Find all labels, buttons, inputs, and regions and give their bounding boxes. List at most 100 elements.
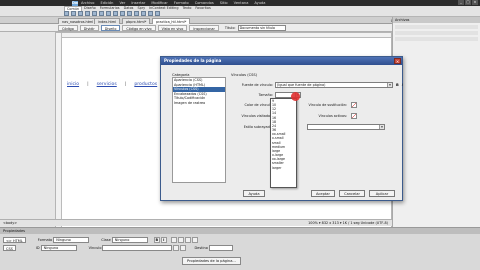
link-input[interactable] xyxy=(102,245,173,251)
vertical-ruler xyxy=(56,33,62,227)
live-code-button[interactable]: Código en vivo xyxy=(122,24,156,31)
category-list: Apariencia (CSS) Apariencia (HTML) Víncu… xyxy=(172,77,226,183)
date-icon[interactable] xyxy=(120,11,125,16)
list-item[interactable] xyxy=(395,25,478,29)
page-properties-button[interactable]: Propiedades de la página... xyxy=(182,257,241,265)
visited-label: Vínculos visitados: xyxy=(241,114,273,118)
split-view-button[interactable]: Dividir xyxy=(79,24,99,31)
insert-tab-favoritos[interactable]: Favoritos xyxy=(193,6,212,11)
link-font-select[interactable]: (Igual que fuente de página) xyxy=(275,82,393,88)
browse-folder-icon[interactable] xyxy=(180,245,187,251)
code-view-button[interactable]: Código xyxy=(58,24,78,31)
link-separator: | xyxy=(124,82,127,87)
tag-selector[interactable]: <body> xyxy=(3,220,17,226)
status-info: 100% ▾ 832 x 313 ▾ 1K / 1 seg Unicode (U… xyxy=(308,221,388,225)
link-label: Vínculo xyxy=(88,246,102,250)
document-title-input[interactable]: Documento sin título xyxy=(237,24,286,31)
format-select[interactable]: Ninguno xyxy=(53,237,90,243)
horizontal-rule-icon[interactable] xyxy=(85,11,90,16)
minimize-button[interactable]: _ xyxy=(458,0,464,5)
target-label: Destino xyxy=(194,246,208,250)
horizontal-ruler xyxy=(62,33,391,38)
script-icon[interactable] xyxy=(141,11,146,16)
inspect-button[interactable]: Inspeccionar xyxy=(189,24,219,31)
size-dropdown-list: 9 10 12 14 16 18 24 36 xx-small x-small … xyxy=(270,98,297,188)
cursor-highlight xyxy=(291,92,300,101)
head-icon[interactable] xyxy=(134,11,139,16)
div-icon[interactable] xyxy=(99,11,104,16)
hyperlink-icon[interactable] xyxy=(64,11,69,16)
insert-tab-texto[interactable]: Texto xyxy=(180,6,193,11)
link-servicios[interactable]: servicios xyxy=(97,82,117,87)
id-select[interactable]: Ninguno xyxy=(40,245,77,251)
image-icon[interactable] xyxy=(106,11,111,16)
target-select[interactable] xyxy=(208,245,233,251)
left-gutter xyxy=(0,32,55,228)
help-button[interactable]: Ayuda xyxy=(243,190,265,197)
link-inicio[interactable]: inicio xyxy=(67,82,79,87)
list-item[interactable] xyxy=(395,37,478,41)
category-item[interactable]: Imagen de rastreo xyxy=(173,101,225,106)
indent-icon[interactable] xyxy=(191,237,198,243)
nav-links: inicio | servicios | productos xyxy=(67,82,165,87)
dialog-title: Propiedades de la página xyxy=(161,57,402,65)
html-mode-button[interactable]: <> HTML xyxy=(3,237,26,243)
close-icon[interactable]: × xyxy=(394,58,401,64)
link-separator: | xyxy=(87,82,89,87)
class-select[interactable]: Ninguno xyxy=(111,237,148,243)
media-icon[interactable] xyxy=(113,11,118,16)
underline-label: Estilo subrayado: xyxy=(243,125,273,129)
named-anchor-icon[interactable] xyxy=(78,11,83,16)
size-label: Tamaño: xyxy=(258,93,273,97)
italic-button[interactable]: I xyxy=(160,237,167,243)
bold-button[interactable]: B xyxy=(153,237,160,243)
underline-select[interactable] xyxy=(307,124,385,130)
live-view-button[interactable]: Vista en vivo xyxy=(157,24,188,31)
template-icon[interactable] xyxy=(148,11,153,16)
title-label: Título: xyxy=(224,25,236,30)
design-view-button[interactable]: Diseño xyxy=(100,24,121,31)
properties-header[interactable]: Propiedades xyxy=(0,228,480,234)
dreamweaver-window: Dw Archivo Edición Ver Insertar Modifica… xyxy=(0,0,480,270)
class-label: Clase xyxy=(101,238,111,242)
apply-button[interactable]: Aplicar xyxy=(369,190,395,197)
list-item[interactable] xyxy=(395,31,478,35)
ok-button[interactable]: Aceptar xyxy=(311,190,335,197)
section-title: Vínculos (CSS) xyxy=(231,73,258,77)
size-option[interactable]: larger xyxy=(271,166,296,170)
css-mode-button[interactable]: CSS xyxy=(3,245,16,251)
link-font-field: Fuente de vínculo: (Igual que fuente de … xyxy=(235,82,403,88)
properties-panel: Propiedades <> HTML Formato Ninguno Clas… xyxy=(0,227,480,270)
format-label: Formato xyxy=(37,238,53,242)
comment-icon[interactable] xyxy=(127,11,132,16)
ordered-list-icon[interactable] xyxy=(177,237,184,243)
outdent-icon[interactable] xyxy=(184,237,191,243)
maximize-button[interactable]: □ xyxy=(465,0,471,5)
link-productos[interactable]: productos xyxy=(134,82,157,87)
email-link-icon[interactable] xyxy=(71,11,76,16)
underline-field: Estilo subrayado: xyxy=(235,124,385,130)
table-icon[interactable] xyxy=(92,11,97,16)
italic-toggle[interactable]: I xyxy=(402,83,403,87)
link-color-label: Color de vínculo: xyxy=(244,103,273,107)
point-to-file-icon[interactable] xyxy=(173,245,180,251)
active-color-swatch[interactable] xyxy=(351,113,357,119)
active-label: Vínculos activos: xyxy=(318,114,348,118)
cancel-button[interactable]: Cancelar xyxy=(339,190,365,197)
unordered-list-icon[interactable] xyxy=(170,237,177,243)
insert-toolbar: Común Diseño Formularios Datos Spry InCo… xyxy=(0,6,480,17)
link-font-label: Fuente de vínculo: xyxy=(241,83,273,87)
properties-row-2: CSS ID Ninguno Vínculo Destino xyxy=(3,245,233,251)
properties-row-1: <> HTML Formato Ninguno Clase Ninguno B … xyxy=(3,237,205,243)
status-bar: <body> 100% ▾ 832 x 313 ▾ 1K / 1 seg Uni… xyxy=(0,219,392,226)
window-controls: _ □ × xyxy=(457,0,478,5)
rollover-label: Vínculo de sustitución: xyxy=(308,103,347,107)
close-window-button[interactable]: × xyxy=(472,0,478,5)
app-logo: Dw xyxy=(72,0,79,6)
files-panel: Archivos xyxy=(392,17,480,228)
files-list xyxy=(393,23,480,45)
rollover-color-swatch[interactable] xyxy=(351,102,357,108)
bold-toggle[interactable]: B xyxy=(396,83,399,87)
tag-chooser-icon[interactable] xyxy=(155,11,160,16)
id-label: ID xyxy=(35,246,40,250)
